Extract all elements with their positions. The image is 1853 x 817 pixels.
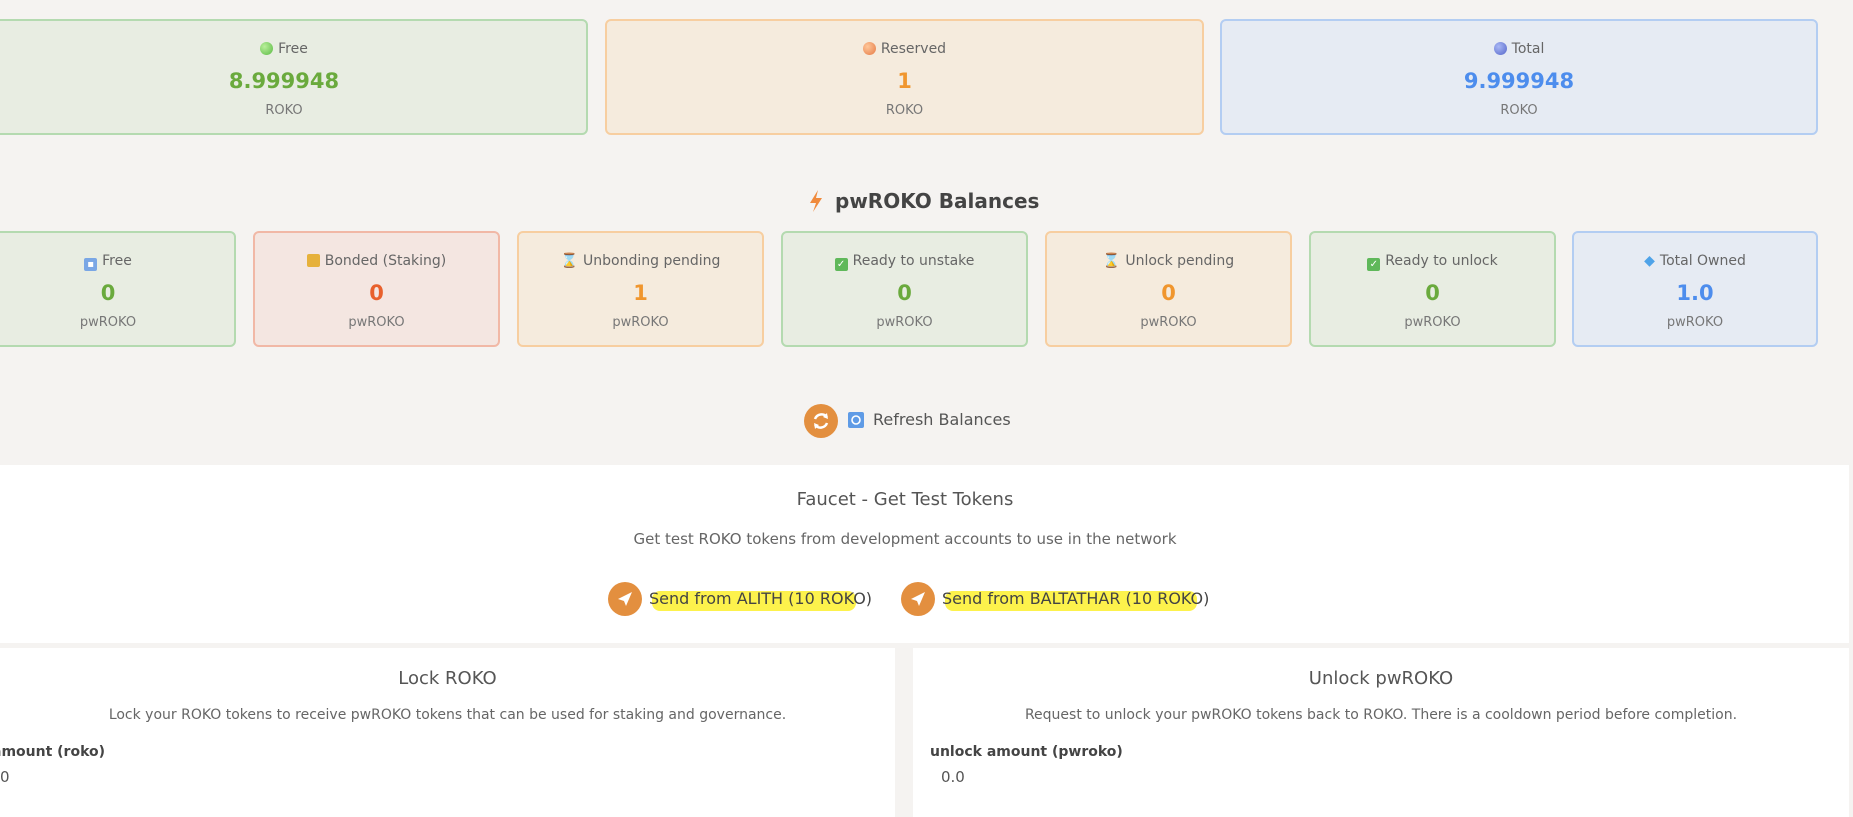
pwroko-bonded-label: Bonded (Staking) <box>324 253 447 269</box>
refresh-balances-button[interactable]: Refresh Balances <box>873 410 1011 429</box>
lock-amount-input[interactable]: 0 <box>0 768 10 786</box>
faucet-subtitle: Get test ROKO tokens from development ac… <box>633 530 1177 548</box>
check-icon: ✓ <box>834 258 848 271</box>
pwroko-total-owned-unit: pwROKO <box>1666 315 1724 330</box>
unlock-pwroko-title: Unlock pwROKO <box>1308 668 1454 689</box>
pwroko-unbonding-label: Unbonding pending <box>583 253 721 269</box>
lock-roko-subtitle: Lock your ROKO tokens to receive pwROKO … <box>108 707 787 723</box>
green-circle-icon <box>260 42 274 55</box>
send-alith-label: Send from ALITH (10 ROKO) <box>649 589 873 608</box>
pwroko-ready-unstake-card: ✓ Ready to unstake 0 pwROKO <box>781 231 1028 347</box>
unlock-amount-input[interactable]: 0.0 <box>941 768 965 786</box>
faucet-title: Faucet - Get Test Tokens <box>796 489 1014 510</box>
send-alith-button[interactable]: Send from ALITH (10 ROKO) <box>608 582 872 618</box>
pwroko-total-owned-card: ◆ Total Owned 1.0 pwROKO <box>1572 231 1818 347</box>
pwroko-ready-unlock-unit: pwROKO <box>1404 315 1461 330</box>
roko-reserved-value: 1 <box>897 69 912 93</box>
roko-free-unit: ROKO <box>265 103 303 118</box>
send-baltathar-label: Send from BALTATHAR (10 ROKO) <box>942 589 1210 608</box>
refresh-small-icon <box>848 412 864 428</box>
hourglass-icon: ⌛ <box>560 253 579 269</box>
refresh-icon <box>813 413 829 429</box>
pwroko-unlock-pending-label: Unlock pending <box>1125 253 1235 269</box>
lock-amount-label: amount (roko) <box>0 744 106 760</box>
check-icon: ✓ <box>1367 258 1381 271</box>
unlock-pwroko-panel: Unlock pwROKO Request to unlock your pwR… <box>913 648 1849 817</box>
pwroko-ready-unstake-label: Ready to unstake <box>852 253 975 269</box>
roko-free-label: Free <box>278 41 308 57</box>
roko-reserved-card: Reserved 1 ROKO <box>605 19 1204 135</box>
unlock-amount-label: unlock amount (pwroko) <box>930 744 1123 760</box>
pwroko-section-title: pwROKO Balances <box>835 189 1040 213</box>
roko-total-card: Total 9.999948 ROKO <box>1220 19 1818 135</box>
pwroko-bonded-unit: pwROKO <box>348 315 405 330</box>
pwroko-free-card: ▪ Free 0 pwROKO <box>0 231 236 347</box>
pwroko-ready-unlock-card: ✓ Ready to unlock 0 pwROKO <box>1309 231 1556 347</box>
lock-icon <box>306 254 320 267</box>
roko-total-unit: ROKO <box>1500 103 1538 118</box>
blue-circle-icon <box>1493 42 1507 55</box>
roko-free-card: Free 8.999948 ROKO <box>0 19 588 135</box>
pwroko-ready-unlock-label: Ready to unlock <box>1385 253 1498 269</box>
pwroko-total-owned-value: 1.0 <box>1676 281 1714 305</box>
diamond-icon: ◆ <box>1644 253 1655 269</box>
pwroko-free-value: 0 <box>100 281 116 305</box>
pwroko-bonded-value: 0 <box>369 281 384 305</box>
pwroko-unbonding-unit: pwROKO <box>612 315 669 330</box>
roko-total-label: Total <box>1511 41 1545 57</box>
pwroko-free-unit: pwROKO <box>79 315 137 330</box>
free-icon: ▪ <box>84 258 98 271</box>
orange-circle-icon <box>862 42 876 55</box>
send-baltathar-button[interactable]: Send from BALTATHAR (10 ROKO) <box>901 582 1221 618</box>
pwroko-bonded-card: Bonded (Staking) 0 pwROKO <box>253 231 500 347</box>
pwroko-unlock-pending-card: ⌛ Unlock pending 0 pwROKO <box>1045 231 1292 347</box>
lightning-icon <box>810 190 822 212</box>
pwroko-unbonding-value: 1 <box>633 281 648 305</box>
pwroko-ready-unstake-unit: pwROKO <box>876 315 933 330</box>
pwroko-free-label: Free <box>102 253 132 269</box>
roko-reserved-label: Reserved <box>880 41 947 57</box>
lock-roko-title: Lock ROKO <box>398 668 497 689</box>
pwroko-ready-unlock-value: 0 <box>1425 281 1440 305</box>
pwroko-unlock-pending-unit: pwROKO <box>1140 315 1197 330</box>
pwroko-ready-unstake-value: 0 <box>897 281 912 305</box>
hourglass-icon: ⌛ <box>1102 253 1121 269</box>
paper-plane-icon <box>608 582 642 616</box>
unlock-pwroko-subtitle: Request to unlock your pwROKO tokens bac… <box>1024 707 1738 723</box>
pwroko-total-owned-label: Total Owned <box>1659 253 1746 269</box>
pwroko-unlock-pending-value: 0 <box>1161 281 1176 305</box>
roko-free-value: 8.999948 <box>228 69 340 93</box>
paper-plane-icon <box>901 582 935 616</box>
pwroko-unbonding-card: ⌛ Unbonding pending 1 pwROKO <box>517 231 764 347</box>
roko-reserved-unit: ROKO <box>885 103 924 118</box>
roko-total-value: 9.999948 <box>1463 69 1575 93</box>
refresh-icon-button[interactable] <box>804 404 838 438</box>
lock-roko-panel: Lock ROKO Lock your ROKO tokens to recei… <box>0 648 895 817</box>
